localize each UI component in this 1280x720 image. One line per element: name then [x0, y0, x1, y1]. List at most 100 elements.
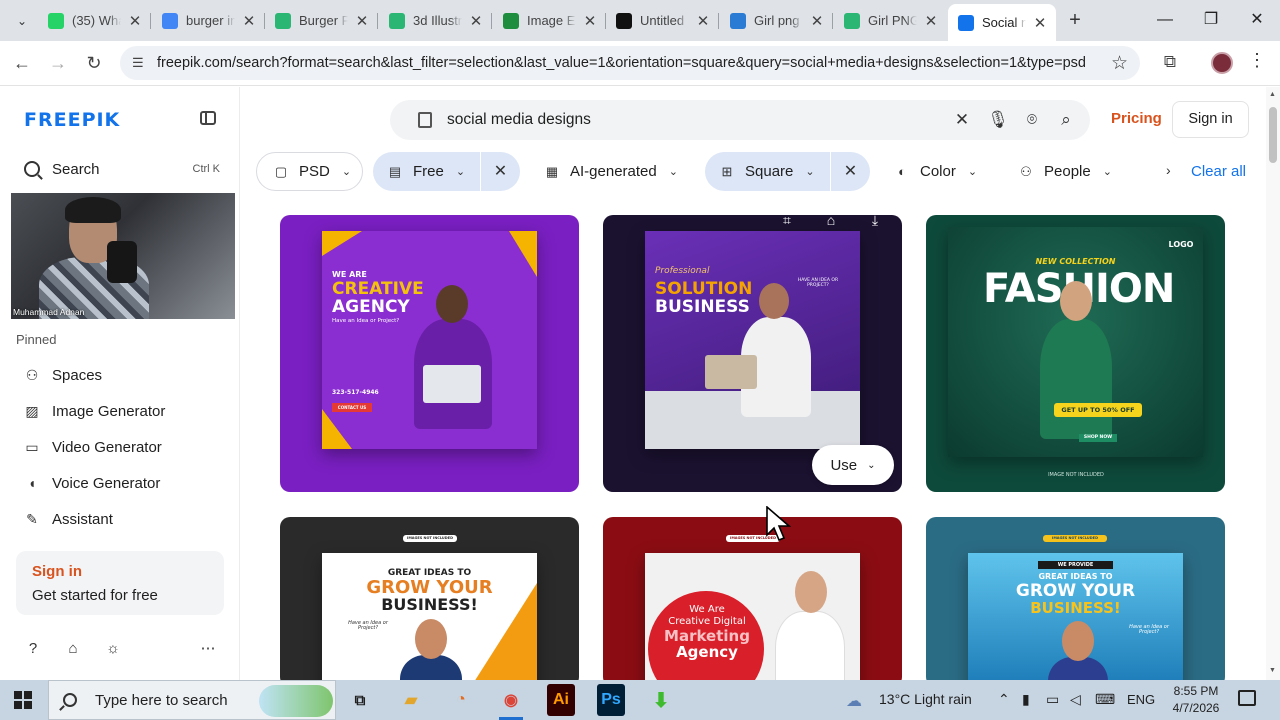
browser-menu-icon[interactable]: ⋮	[1248, 50, 1266, 71]
scroll-thumb[interactable]	[1269, 107, 1277, 163]
microphone-tray-icon[interactable]: ▮	[1022, 691, 1030, 708]
weather-icon[interactable]: ☁	[846, 691, 862, 711]
browser-tab[interactable]: burger image - Google ✕	[152, 6, 265, 35]
restore-button[interactable]: ❐	[1196, 8, 1226, 32]
clear-search-icon[interactable]: ✕	[951, 109, 973, 131]
search-submit-icon[interactable]: ⌕	[1055, 109, 1077, 131]
sidebar-item-assistant[interactable]: ✎ Assistant	[24, 508, 113, 530]
sign-in-button[interactable]: Sign in	[1172, 101, 1249, 138]
windows-start-icon[interactable]	[14, 691, 32, 709]
pricing-link[interactable]: Pricing	[1111, 110, 1162, 127]
signin-card[interactable]: Sign in Get started for free	[16, 551, 224, 615]
reload-button[interactable]: ↻	[82, 52, 106, 74]
sidebar-item-voice-generator[interactable]: ◖ Voice Generator	[24, 472, 161, 494]
sidebar-item-image-generator[interactable]: ▨ Image Generator	[24, 400, 165, 422]
browser-tab[interactable]: Girl png ✕	[720, 6, 833, 35]
asset-type-icon[interactable]	[418, 112, 432, 128]
result-card[interactable]: NEW COLLECTION FASHION LOGO GET UP TO 50…	[926, 215, 1225, 492]
close-tab-icon[interactable]: ✕	[695, 12, 711, 30]
filter-people[interactable]: ⚇ People ⌄	[1004, 152, 1132, 191]
learn-icon[interactable]: ⌂	[64, 640, 82, 658]
result-card[interactable]: WE ARE CREATIVE AGENCY Have an Idea or P…	[280, 215, 579, 492]
minimize-button[interactable]: —	[1150, 8, 1180, 32]
back-button[interactable]: ←	[10, 52, 34, 74]
blender-icon[interactable]: ◔	[441, 684, 481, 716]
close-window-button[interactable]: ✕	[1242, 8, 1272, 32]
illustrator-icon[interactable]: Ai	[547, 684, 575, 716]
taskbar-search[interactable]: Type here to search	[48, 680, 336, 720]
theme-icon[interactable]: ☼	[104, 640, 122, 658]
help-icon[interactable]: ?	[24, 640, 42, 658]
site-settings-icon[interactable]: ☰	[132, 55, 148, 71]
address-bar[interactable]: ☰ freepik.com/search?format=search&last_…	[120, 46, 1140, 80]
bookmark-star-icon[interactable]: ☆	[1111, 52, 1128, 75]
file-explorer-icon[interactable]: ▰	[391, 684, 431, 716]
use-template-button[interactable]: Use ⌄	[812, 445, 894, 485]
collection-icon[interactable]: ⌗	[777, 215, 797, 232]
filter-orientation[interactable]: ⊞ Square ⌄ ✕	[705, 152, 870, 191]
photoshop-icon[interactable]: Ps	[597, 684, 625, 716]
task-view-icon[interactable]: ⧉	[340, 684, 380, 716]
clock[interactable]: 8:55 PM 4/7/2026	[1168, 683, 1224, 717]
tab-search-chevron-icon[interactable]: ⌄	[8, 8, 36, 34]
result-card[interactable]: IMAGES NOT INCLUDED GREAT IDEAS TO GROW …	[280, 517, 579, 687]
page-scrollbar[interactable]: ▲ ▼	[1266, 87, 1280, 680]
url-text[interactable]: freepik.com/search?format=search&last_fi…	[157, 55, 1086, 71]
filter-color[interactable]: ◐ Color ⌄	[880, 152, 990, 191]
more-icon[interactable]: ⋯	[199, 640, 217, 658]
signin-card-title[interactable]: Sign in	[32, 563, 82, 580]
network-icon[interactable]: ▭	[1046, 691, 1059, 708]
extensions-icon[interactable]: ⧉	[1159, 52, 1181, 74]
sidebar-item-spaces[interactable]: ⚇ Spaces	[24, 364, 102, 386]
filter-format[interactable]: ▢ PSD ⌄	[256, 152, 363, 191]
scroll-down-icon[interactable]: ▼	[1269, 667, 1276, 674]
filter-ai-generated[interactable]: ▦ AI-generated ⌄	[530, 152, 696, 191]
language-indicator[interactable]: ENG	[1127, 692, 1155, 707]
volume-icon[interactable]: ◁	[1070, 691, 1081, 708]
camera-search-icon[interactable]: ⌾	[1021, 109, 1043, 131]
microphone-icon[interactable]: 🎙	[987, 109, 1009, 131]
close-tab-icon[interactable]: ✕	[582, 12, 598, 30]
new-tab-button[interactable]: +	[1064, 10, 1086, 30]
close-tab-icon[interactable]: ✕	[241, 12, 257, 30]
sidebar-search[interactable]: Search Ctrl K	[24, 159, 220, 179]
browser-tab[interactable]: Girl PNG ✕	[834, 6, 947, 35]
close-tab-icon[interactable]: ✕	[923, 12, 939, 30]
browser-tab[interactable]: (35) WhatsApp ✕	[38, 6, 151, 35]
chevron-right-icon[interactable]: ›	[1166, 162, 1171, 178]
close-tab-icon[interactable]: ✕	[1032, 14, 1048, 32]
download-icon[interactable]: ⤓	[865, 215, 885, 232]
chevron-down-icon: ⌄	[805, 166, 815, 178]
remove-orientation-filter-icon[interactable]: ✕	[830, 152, 870, 191]
sidebar-toggle-icon[interactable]	[200, 111, 216, 125]
result-card[interactable]: IMAGES NOT INCLUDED We Are Creative Digi…	[603, 517, 902, 687]
downloader-icon[interactable]: ⬇	[641, 684, 681, 716]
close-tab-icon[interactable]: ✕	[354, 12, 370, 30]
close-tab-icon[interactable]: ✕	[809, 12, 825, 30]
close-tab-icon[interactable]: ✕	[127, 12, 143, 30]
sidebar-item-video-generator[interactable]: ▭ Video Generator	[24, 436, 161, 458]
result-card[interactable]: IMAGES NOT INCLUDED WE PROVIDE GREAT IDE…	[926, 517, 1225, 687]
clear-all-filters[interactable]: Clear all	[1191, 163, 1246, 180]
browser-tab[interactable]: Social media ✕	[948, 4, 1056, 41]
poster-line: BUSINESS!	[1030, 599, 1121, 617]
save-icon[interactable]: ⌂	[821, 215, 841, 232]
tray-chevron-icon[interactable]: ⌃	[998, 691, 1010, 708]
browser-tab[interactable]: Image Editor ✕	[493, 6, 606, 35]
browser-tab[interactable]: Burger PNG ✕	[265, 6, 378, 35]
main-search-bar[interactable]: social media designs ✕ 🎙 ⌾ ⌕	[390, 100, 1090, 140]
browser-tab[interactable]: 3d Illustration ✕	[379, 6, 492, 35]
browser-tab[interactable]: Untitled ✕	[606, 6, 719, 35]
filter-license[interactable]: ▤ Free ⌄ ✕	[373, 152, 520, 191]
close-tab-icon[interactable]: ✕	[468, 12, 484, 30]
search-input[interactable]: social media designs	[447, 111, 591, 129]
freepik-logo[interactable]: FREEPIK	[24, 109, 120, 131]
forward-button[interactable]: →	[46, 52, 70, 74]
notification-icon[interactable]	[1238, 690, 1256, 706]
scroll-up-icon[interactable]: ▲	[1269, 91, 1276, 98]
keyboard-icon[interactable]: ⌨	[1095, 691, 1115, 708]
weather-text[interactable]: 13°C Light rain	[879, 691, 972, 707]
profile-avatar[interactable]	[1211, 52, 1233, 74]
remove-license-filter-icon[interactable]: ✕	[480, 152, 520, 191]
chrome-icon[interactable]: ◉	[491, 684, 531, 720]
